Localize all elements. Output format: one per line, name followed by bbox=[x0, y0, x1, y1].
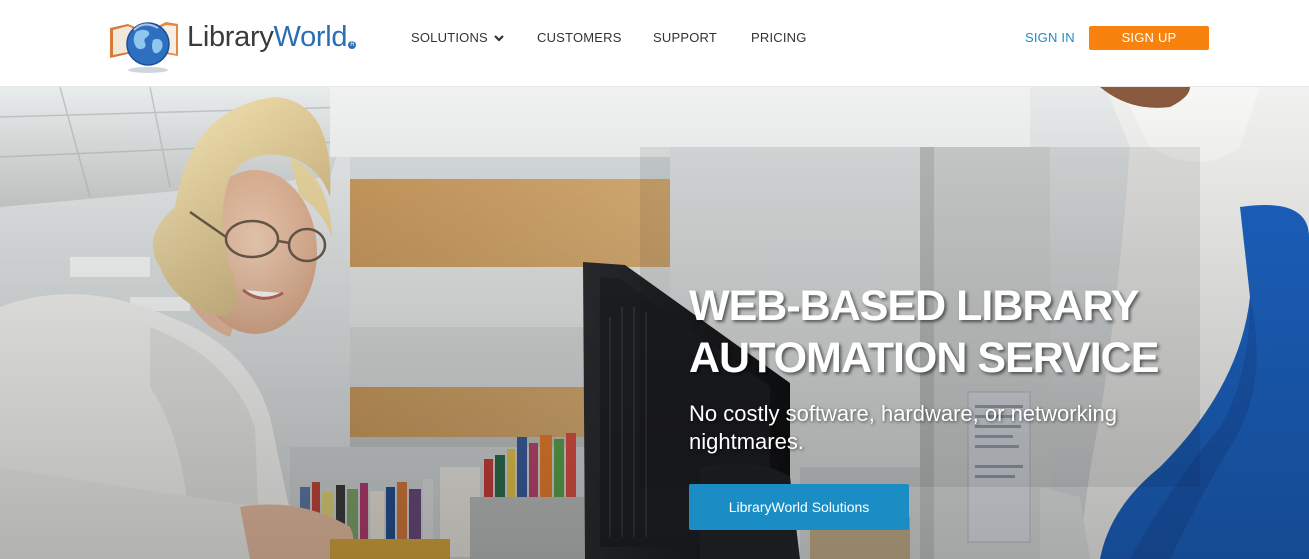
brand-wordmark: LibraryWorld R bbox=[187, 19, 357, 55]
globe-book-icon bbox=[110, 22, 178, 73]
registered-mark: R bbox=[348, 41, 357, 49]
brand-name-part2: World bbox=[273, 21, 348, 53]
chevron-down-icon bbox=[494, 35, 504, 42]
brand-logo[interactable]: LibraryWorld R bbox=[108, 10, 378, 74]
hero-headline: WEB-BASED LIBRARY AUTOMATION SERVICE bbox=[689, 280, 1289, 384]
hero-banner: WEB-BASED LIBRARY AUTOMATION SERVICE No … bbox=[0, 87, 1309, 559]
hero-headline-line2: AUTOMATION SERVICE bbox=[689, 334, 1159, 382]
nav-item-label: SOLUTIONS bbox=[411, 30, 488, 45]
site-header: LibraryWorld R SOLUTIONS CUSTOMERS SUPPO… bbox=[0, 0, 1309, 87]
sign-in-link[interactable]: SIGN IN bbox=[1025, 30, 1075, 45]
nav-item-solutions[interactable]: SOLUTIONS bbox=[411, 30, 504, 45]
nav-item-support[interactable]: SUPPORT bbox=[653, 30, 717, 45]
brand-name-part1: Library bbox=[187, 21, 274, 53]
hero-headline-line1: WEB-BASED LIBRARY bbox=[689, 282, 1140, 330]
hero-subhead: No costly software, hardware, or network… bbox=[689, 401, 1117, 454]
nav-item-pricing[interactable]: PRICING bbox=[751, 30, 807, 45]
sign-up-button[interactable]: SIGN UP bbox=[1089, 26, 1209, 50]
nav-item-customers[interactable]: CUSTOMERS bbox=[537, 30, 622, 45]
solutions-cta-button[interactable]: LibraryWorld Solutions bbox=[689, 484, 909, 530]
